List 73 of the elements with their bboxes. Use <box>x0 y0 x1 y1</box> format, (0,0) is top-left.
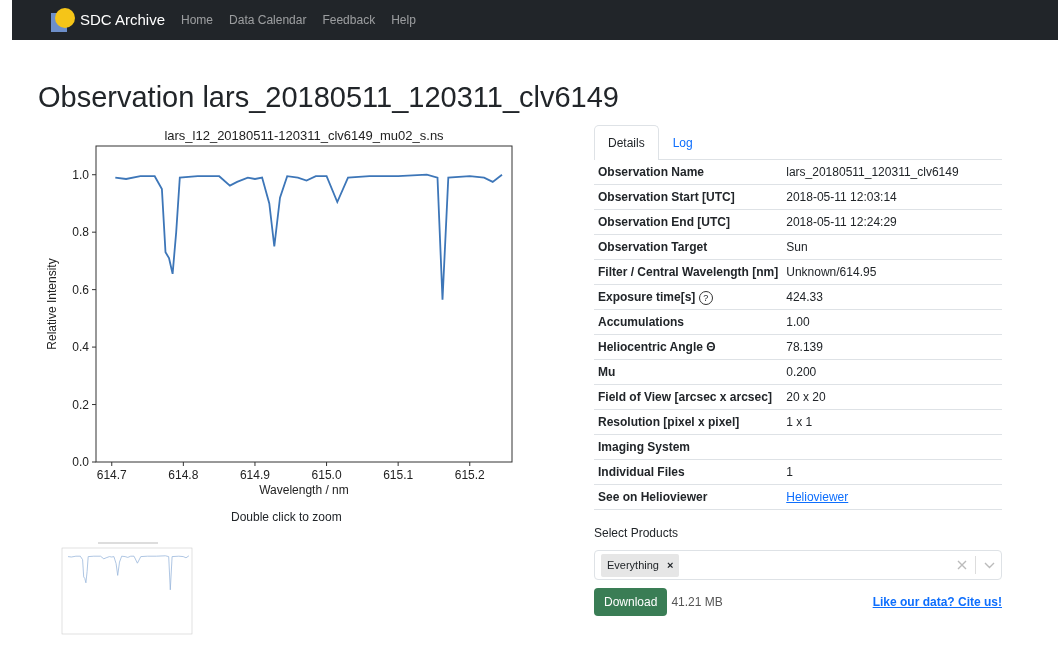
product-tag: Everything × <box>601 554 680 577</box>
field-label: Resolution [pixel x pixel] <box>598 415 740 430</box>
y-tick <box>91 346 97 348</box>
field-value: 1 x 1 <box>786 415 813 430</box>
x-tick-label: 615.2 <box>454 467 485 482</box>
x-tick-label: 614.8 <box>168 467 199 482</box>
clear-icon[interactable] <box>957 560 967 571</box>
field-value: Unknown/614.95 <box>786 265 877 280</box>
field-value: lars_20180511_120311_clv6149 <box>786 165 959 180</box>
x-tick <box>254 461 256 467</box>
logo-icon[interactable] <box>50 7 76 33</box>
y-tick <box>91 403 97 405</box>
tab[interactable]: Log <box>658 124 707 160</box>
select-label: Select Products <box>594 525 679 543</box>
field-label: Observation Start [UTC] <box>598 190 735 205</box>
tab[interactable]: Details <box>594 124 659 160</box>
page-title: Observation lars_20180511_120311_clv6149 <box>38 80 620 115</box>
download-button[interactable]: Download <box>594 588 668 617</box>
nav-link[interactable]: Data Calendar <box>229 11 307 29</box>
field-value: 78.139 <box>786 340 823 355</box>
x-tick <box>111 461 113 467</box>
field-value: 424.33 <box>786 290 823 305</box>
field-label: Exposure time[s] <box>598 290 696 305</box>
download-size: 41.21 MB <box>671 594 723 612</box>
y-tick-label: 0.8 <box>72 225 89 239</box>
y-tick-label: 0.4 <box>72 339 89 354</box>
field-label: Accumulations <box>598 315 684 330</box>
field-label: Individual Files <box>598 465 685 480</box>
x-tick-label: 615.0 <box>311 467 342 482</box>
field-value: Sun <box>786 240 808 255</box>
field-label: Observation End [UTC] <box>598 215 730 230</box>
field-value: 1.00 <box>786 315 810 330</box>
field-label: Imaging System <box>598 440 691 455</box>
x-axis-label: Wavelength / nm <box>259 482 349 497</box>
chart-title: lars_l12_20180511-120311_clv6149_mu02_s.ns <box>164 127 444 143</box>
y-tick <box>91 174 97 175</box>
x-tick-label: 615.1 <box>383 467 414 482</box>
field-value: 0.200 <box>786 365 817 380</box>
remove-tag-button[interactable]: × <box>667 557 674 574</box>
nav-link[interactable]: Home <box>181 11 214 29</box>
y-tick-label: 0.2 <box>72 397 89 412</box>
x-tick <box>469 461 471 467</box>
field-label: Observation Target <box>598 240 708 255</box>
x-tick <box>326 461 328 467</box>
nav-link[interactable]: Feedback <box>322 11 376 29</box>
y-tick-label: 0.0 <box>72 454 89 469</box>
field-label: See on Helioviewer <box>598 490 708 505</box>
field-label: Field of View [arcsec x arcsec] <box>598 390 772 405</box>
nav-link[interactable]: Help <box>391 11 416 29</box>
y-tick <box>91 461 97 463</box>
x-tick-label: 614.7 <box>96 467 127 482</box>
y-tick-label: 1.0 <box>72 167 89 182</box>
field-value: 20 x 20 <box>786 390 826 405</box>
x-tick <box>182 461 184 467</box>
brand-name[interactable]: SDC Archive <box>80 8 166 32</box>
y-tick-label: 0.6 <box>72 282 89 297</box>
chevron-down-icon[interactable] <box>984 561 995 569</box>
chart-caption: Double click to zoom <box>231 508 342 526</box>
field-value: 2018-05-11 12:03:14 <box>786 190 897 205</box>
y-axis-label: Relative Intensity <box>45 258 59 350</box>
y-tick <box>91 288 97 290</box>
x-tick-label: 614.9 <box>239 467 270 482</box>
product-select[interactable]: Everything × <box>594 550 1002 581</box>
field-value: 2018-05-11 12:24:29 <box>786 215 897 230</box>
field-label: Mu <box>598 365 616 380</box>
helioviewer-link[interactable]: Helioviewer <box>786 490 849 505</box>
cite-link[interactable]: Like our data? Cite us! <box>872 593 1002 612</box>
field-label: Observation Name <box>598 165 705 180</box>
y-tick <box>91 231 97 233</box>
field-label: Heliocentric Angle Θ <box>598 340 716 355</box>
x-tick <box>397 461 399 467</box>
field-value: 1 <box>786 465 793 480</box>
field-label: Filter / Central Wavelength [nm] <box>598 265 779 280</box>
